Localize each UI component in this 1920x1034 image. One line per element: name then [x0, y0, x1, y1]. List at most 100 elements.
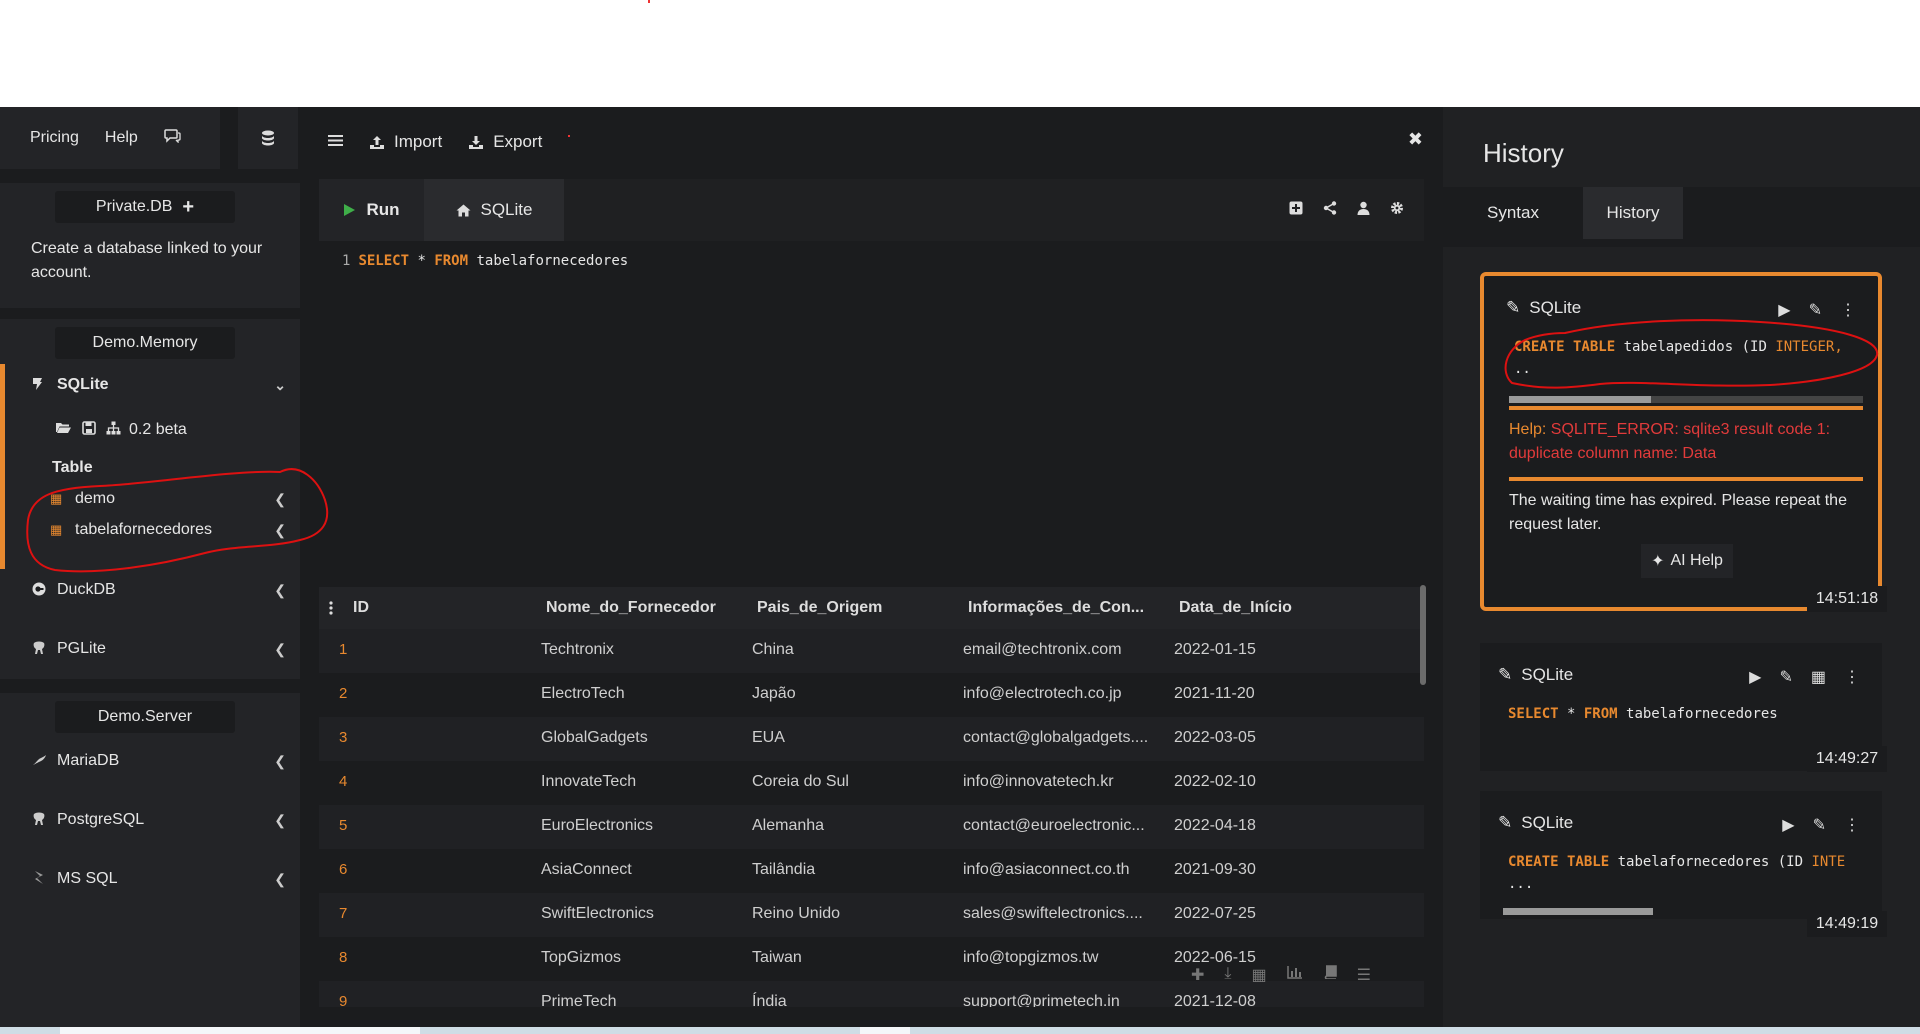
column-header[interactable]: Informações_de_Con... [968, 587, 1144, 629]
table-item-demo[interactable]: ▦ demo ❮ [50, 485, 286, 513]
table-row[interactable]: 1 Techtronix China email@techtronix.com 2022… [319, 629, 1424, 673]
sidebar-item-mariadb[interactable]: MariaDB ❮ [31, 746, 286, 776]
keyword-select: SELECT [358, 253, 410, 269]
column-menu-icon[interactable] [329, 587, 333, 632]
column-header[interactable]: ID [353, 587, 369, 629]
table-cell: PrimeTech [541, 993, 617, 1007]
more-icon[interactable]: ⋮ [1844, 815, 1860, 835]
table-row[interactable]: 2 ElectroTech Japão info@electrotech.co.jp 2… [319, 673, 1424, 717]
close-icon[interactable]: ✖ [1408, 129, 1423, 150]
edit-icon[interactable]: ✎ [1779, 667, 1792, 687]
grid-icon[interactable]: ▦ [1811, 667, 1826, 687]
edit-icon[interactable]: ✎ [1813, 815, 1826, 835]
red-dot [568, 135, 571, 137]
sql-editor[interactable]: 1 SELECT * FROM tabelafornecedores [319, 241, 1424, 571]
add-icon[interactable] [1289, 201, 1303, 219]
save-icon[interactable] [82, 420, 96, 440]
results-scrollbar[interactable] [1420, 585, 1426, 685]
sqlite-tools: 0.2 beta [55, 415, 255, 445]
code-keyword: SELECT [1508, 706, 1559, 722]
table-row[interactable]: 6 AsiaConnect Tailândia info@asiaconnect.co… [319, 849, 1424, 893]
table-icon: ▦ [50, 491, 63, 506]
results-header: ID Nome_do_Fornecedor Pais_de_Origem Inf… [319, 587, 1424, 629]
sidebar-item-pglite[interactable]: PGLite ❮ [31, 634, 286, 664]
private-db-button[interactable]: Private.DB + [55, 191, 235, 223]
column-header[interactable]: Data_de_Início [1179, 587, 1292, 629]
gear-icon[interactable] [1390, 201, 1404, 219]
chevron-left-icon: ❮ [274, 521, 286, 538]
pricing-link[interactable]: Pricing [30, 129, 79, 147]
error-message: Help: SQLITE_ERROR: sqlite3 result code … [1509, 418, 1859, 466]
card-code-more: ... [1508, 876, 1534, 892]
card-header: ✎ SQLite [1498, 813, 1573, 833]
run-label: Run [366, 200, 400, 219]
more-icon[interactable]: ⋮ [1844, 667, 1860, 687]
run-button[interactable]: Run [319, 179, 424, 241]
table-row[interactable]: 5 EuroElectronics Alemanha contact@euroelec… [319, 805, 1424, 849]
chart-icon[interactable] [1286, 965, 1303, 985]
history-card[interactable]: ✎ SQLite ▶ ✎ ⋮ CREATE TABLE tabelafornec… [1480, 791, 1882, 919]
code-type: INTE [1811, 854, 1846, 870]
sitemap-icon[interactable] [106, 421, 121, 440]
sidebar-item-duckdb[interactable]: DuckDB ❮ [31, 575, 286, 605]
table-row[interactable]: 4 InnovateTech Coreia do Sul info@innovatet… [319, 761, 1424, 805]
table-item-tabelafornecedores[interactable]: ▦ tabelafornecedores ❮ [50, 516, 286, 544]
app: Pricing Help Private.DB + Create a datab… [0, 107, 1920, 1027]
code-text: tabelafornecedores (ID [1609, 854, 1812, 870]
share-icon[interactable] [1323, 201, 1337, 219]
table-cell: AsiaConnect [541, 861, 632, 878]
divider [1509, 477, 1863, 481]
results-tools: ✚ ⤓ ▦ ☰ [1191, 965, 1371, 985]
menu-icon[interactable] [328, 132, 343, 152]
folder-open-icon[interactable] [55, 421, 72, 439]
demo-server-button[interactable]: Demo.Server [55, 701, 235, 733]
ai-help-button[interactable]: ✦ AI Help [1641, 544, 1733, 578]
import-button[interactable]: Import [369, 132, 442, 152]
table-row[interactable]: 3 GlobalGadgets EUA contact@globalgadgets..… [319, 717, 1424, 761]
home-icon [456, 204, 470, 216]
edit-icon[interactable]: ✎ [1809, 300, 1822, 320]
table-cell: info@topgizmos.tw [963, 949, 1099, 966]
more-icon[interactable]: ⋮ [1840, 300, 1856, 320]
help-link[interactable]: Help [105, 129, 138, 147]
editor-actions [1289, 201, 1404, 219]
book-icon[interactable] [1323, 965, 1337, 985]
export-button[interactable]: Export [468, 132, 542, 152]
mariadb-icon [31, 753, 47, 769]
column-header[interactable]: Pais_de_Origem [757, 587, 882, 629]
chevron-left-icon: ❮ [274, 752, 286, 769]
ai-help-label: AI Help [1670, 552, 1723, 569]
mariadb-label: MariaDB [57, 752, 120, 769]
card-code: SELECT * FROM tabelafornecedores [1508, 706, 1873, 722]
table-cell: 2022-07-25 [1174, 905, 1256, 922]
download-icon[interactable]: ⤓ [1224, 965, 1231, 985]
export-label: Export [493, 132, 543, 151]
sidebar-item-mssql[interactable]: MS SQL ❮ [31, 864, 286, 894]
add-row-icon[interactable]: ✚ [1191, 965, 1204, 985]
table-cell: email@techtronix.com [963, 641, 1122, 658]
play-icon[interactable]: ▶ [1778, 300, 1790, 320]
card-header: ✎ SQLite [1498, 665, 1573, 685]
table-name: demo [75, 490, 116, 507]
tab-sqlite[interactable]: SQLite [424, 179, 564, 241]
column-header[interactable]: Nome_do_Fornecedor [546, 587, 716, 629]
demo-memory-button[interactable]: Demo.Memory [55, 327, 235, 359]
tab-syntax[interactable]: Syntax [1463, 187, 1563, 239]
chat-icon[interactable] [164, 128, 181, 148]
card-engine: SQLite [1521, 665, 1574, 684]
tab-sqlite-label: SQLite [480, 200, 533, 219]
play-icon[interactable]: ▶ [1782, 815, 1794, 835]
tab-history[interactable]: History [1583, 187, 1683, 239]
play-icon[interactable]: ▶ [1749, 667, 1761, 687]
card-actions: ▶ ✎ ▦ ⋮ [1749, 667, 1860, 687]
elephant-icon [31, 812, 47, 829]
table-row[interactable]: 7 SwiftElectronics Reino Unido sales@swifte… [319, 893, 1424, 937]
table-cell: Japão [752, 685, 796, 702]
sidebar-item-sqlite[interactable]: SQLite ⌄ [31, 370, 286, 400]
user-icon[interactable] [1357, 201, 1370, 219]
list-icon[interactable]: ☰ [1357, 965, 1371, 985]
sidebar-item-postgresql[interactable]: PostgreSQL ❮ [31, 805, 286, 835]
database-icon[interactable] [238, 107, 298, 169]
grid-icon[interactable]: ▦ [1251, 965, 1266, 985]
history-card[interactable]: ✎ SQLite ▶ ✎ ⋮ CREATE TABLE tabelapedido… [1480, 272, 1882, 611]
